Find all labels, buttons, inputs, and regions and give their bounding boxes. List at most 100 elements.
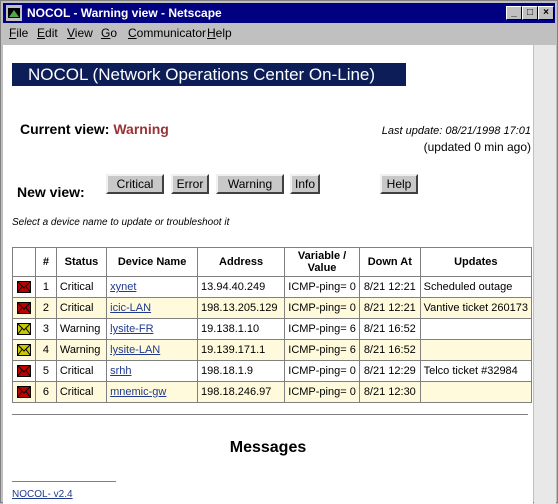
header-num: # [34,247,57,277]
row-down-at: 8/21 12:30 [359,381,421,403]
version-link[interactable]: NOCOL- v2.4 [12,489,73,500]
device-link[interactable]: lysite-LAN [110,344,160,356]
table-row: 2 Critical icic-LAN 198.13.205.129 ICMP-… [12,297,533,319]
section-divider [12,414,528,416]
row-address: 198.18.246.97 [197,381,286,403]
menu-edit-rest: dit [45,26,58,40]
table-row: 1 Critical xynet 13.94.40.249 ICMP-ping=… [12,276,533,298]
page-banner: NOCOL (Network Operations Center On-Line… [12,63,406,86]
title-bar[interactable]: NOCOL - Warning view - Netscape _ □ × [3,3,555,23]
device-link[interactable]: mnemic-gw [110,386,166,398]
row-variable: ICMP-ping= 0 [284,381,360,403]
row-variable: ICMP-ping= 6 [284,318,360,340]
menu-view-accel: V [67,26,75,40]
row-address: 198.18.1.9 [197,360,286,382]
critical-mail-icon [16,281,31,294]
header-updates: Updates [419,247,533,277]
device-link[interactable]: lysite-FR [110,323,153,335]
row-icon-cell [12,318,36,340]
warning-view-button[interactable]: Warning [216,174,284,194]
menu-file-rest: ile [16,26,29,40]
header-variable-value: Variable / Value [284,247,360,277]
header-address: Address [197,247,286,277]
header-device-name: Device Name [106,247,199,277]
menu-view[interactable]: View [67,26,93,40]
device-link[interactable]: icic-LAN [110,302,151,314]
close-icon[interactable]: × [538,6,554,20]
row-num: 5 [34,360,57,382]
footer-divider [12,481,116,482]
row-updates [419,381,533,403]
browser-window: NOCOL - Warning view - Netscape _ □ × Fi… [0,0,558,504]
menu-view-rest: iew [74,26,93,40]
row-variable: ICMP-ping= 0 [284,276,360,298]
row-updates: Telco ticket #32984 [419,360,533,382]
menu-edit-accel: E [37,26,46,40]
info-view-button[interactable]: Info [290,174,320,194]
table-row: 6 Critical mnemic-gw 198.18.246.97 ICMP-… [12,381,533,403]
row-updates: Scheduled outage [419,276,533,298]
row-status: Warning [55,318,108,340]
error-view-button[interactable]: Error [171,174,209,194]
menu-edit[interactable]: Edit [37,26,58,40]
menu-go-accel: G [101,26,111,40]
menu-help-rest: elp [215,26,232,40]
new-view-label: New view: [17,184,85,200]
row-num: 6 [34,381,57,403]
critical-mail-icon [16,302,31,315]
menu-communicator-rest: ommunicator [136,26,207,40]
row-address: 19.138.1.10 [197,318,286,340]
vertical-scrollbar[interactable] [534,45,556,504]
device-link[interactable]: srhh [110,365,131,377]
row-num: 1 [34,276,57,298]
last-update-text: Last update: 08/21/1998 17:01 [381,125,531,137]
table-row: 3 Warning lysite-FR 19.138.1.10 ICMP-pin… [12,318,533,340]
device-table: # Status Device Name Address Variable / … [12,247,533,403]
current-view-value: Warning [113,121,169,137]
row-down-at: 8/21 16:52 [359,339,421,361]
netscape-app-icon[interactable] [6,5,22,21]
current-view-label: Current view: [20,121,110,137]
menu-bar: File Edit View Go Communicator Help [3,24,555,42]
header-status: Status [55,247,108,277]
row-device-cell: mnemic-gw [106,381,199,403]
menu-help-accel: H [207,26,216,40]
messages-heading: Messages [229,439,307,456]
row-variable: ICMP-ping= 6 [284,339,360,361]
table-row: 5 Critical srhh 198.18.1.9 ICMP-ping= 0 … [12,360,533,382]
row-num: 3 [34,318,57,340]
minimize-icon[interactable]: _ [506,6,522,20]
table-header-row: # Status Device Name Address Variable / … [12,247,533,277]
header-icon [12,247,36,277]
row-device-cell: lysite-FR [106,318,199,340]
row-down-at: 8/21 12:21 [359,276,421,298]
row-down-at: 8/21 12:21 [359,297,421,319]
warning-mail-icon [16,344,31,357]
row-icon-cell [12,297,36,319]
critical-view-button[interactable]: Critical [106,174,164,194]
row-updates: Vantive ticket 260173 [419,297,533,319]
row-icon-cell [12,360,36,382]
menu-communicator[interactable]: Communicator [128,26,206,40]
row-num: 4 [34,339,57,361]
critical-mail-icon [16,386,31,399]
critical-mail-icon [16,365,31,378]
page-content[interactable]: NOCOL (Network Operations Center On-Line… [3,45,533,504]
maximize-icon[interactable]: □ [522,6,538,20]
warning-mail-icon [16,323,31,336]
updated-ago-text: (updated 0 min ago) [423,140,531,154]
row-status: Critical [55,360,108,382]
row-address: 19.139.171.1 [197,339,286,361]
row-status: Warning [55,339,108,361]
window-title: NOCOL - Warning view - Netscape [27,6,222,20]
menu-file[interactable]: File [9,26,28,40]
menu-go[interactable]: Go [101,26,117,40]
device-link[interactable]: xynet [110,281,136,293]
row-status: Critical [55,297,108,319]
row-device-cell: xynet [106,276,199,298]
row-updates [419,339,533,361]
row-address: 198.13.205.129 [197,297,286,319]
menu-help[interactable]: Help [207,26,232,40]
menu-communicator-accel: C [128,26,137,40]
help-button[interactable]: Help [380,174,418,194]
